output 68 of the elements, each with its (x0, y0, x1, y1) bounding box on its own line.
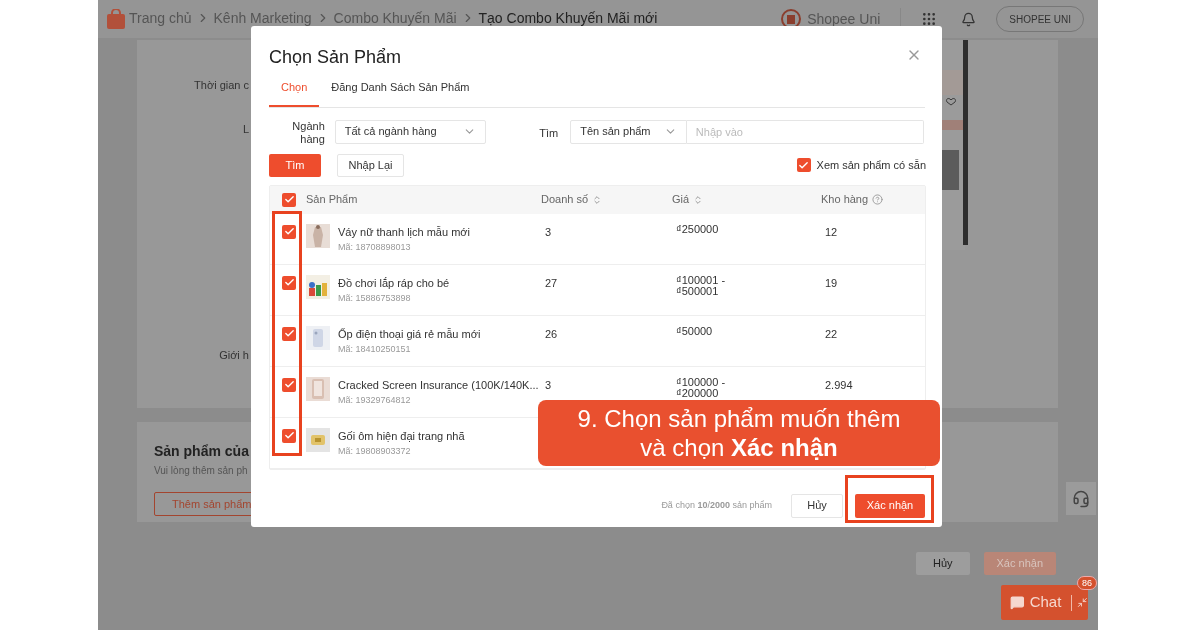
table-cell: 26 (545, 327, 558, 340)
search-type-dropdown[interactable]: Tên sản phẩm (570, 119, 687, 144)
search-field[interactable]: Nhập vào (686, 119, 924, 144)
section-title: Sản phẩm của (154, 442, 249, 461)
product-name: Đồ chơi lắp ráp cho bé (338, 275, 450, 291)
headset-icon (1072, 489, 1090, 508)
product-name: Ốp điện thoại giá rẻ mẫu mới (338, 326, 481, 342)
product-name: Cracked Screen Insurance (100K/140K... (338, 377, 539, 393)
unread-badge: 86 (1077, 576, 1097, 590)
field-label: Thời gian c (194, 78, 249, 93)
selection-count: Đã chọn 10/2000 sản phẩm (661, 498, 772, 512)
shopping-bag-logo-icon (107, 9, 125, 29)
table-cell: 19 (825, 276, 838, 289)
category-dropdown[interactable]: Tất cả ngành hàng (334, 119, 487, 144)
product-code: Mã: 19808903372 (338, 445, 412, 458)
bell-icon[interactable] (961, 11, 977, 27)
column-header: Sản Phẩm (306, 192, 358, 208)
chat-button[interactable]: Chat (1001, 585, 1088, 620)
search-button[interactable]: Tìm (269, 153, 321, 177)
table-cell-text: ₫100000 - ₫200000 (676, 376, 727, 399)
product-code: Mã: 18708898013 (338, 241, 412, 254)
checkbox[interactable] (796, 158, 811, 172)
table-cell: 22 (825, 327, 838, 340)
section-hint: Vui lòng thêm sản ph (154, 464, 248, 478)
product-name: Gối ôm hiện đại trang nhã (338, 428, 465, 444)
checkbox[interactable] (282, 377, 296, 392)
apps-grid-icon[interactable] (921, 11, 938, 27)
breadcrumb-link[interactable]: Kênh Marketing (213, 7, 312, 29)
support-button[interactable] (1066, 482, 1096, 515)
product-code: Mã: 15886753898 (338, 292, 412, 305)
checkbox-label: Xem sản phẩm có sẵn (816, 157, 926, 173)
table-cell: 2.994 (825, 378, 853, 391)
product-code: Mã: 19329764812 (338, 394, 412, 407)
product-code: Mã: 18410250151 (338, 343, 412, 356)
checkbox[interactable] (282, 275, 296, 290)
table-cell-text: ₫250000 (676, 223, 720, 235)
reset-button[interactable]: Nhập Lại (337, 153, 404, 177)
help-icon[interactable] (872, 194, 884, 205)
checkbox[interactable] (282, 428, 296, 443)
table-cell: 12 (825, 225, 838, 238)
table-cell-text: ₫100001 - ₫500001 (676, 274, 727, 297)
cancel-button[interactable]: Hủy (791, 493, 843, 518)
field-label: Tìm (539, 125, 559, 141)
minimize-icon (1077, 597, 1088, 608)
table-cell-text: ₫50000 (676, 325, 714, 337)
checkbox[interactable] (282, 192, 296, 207)
field-label: Ngành hàng (291, 119, 325, 146)
table-cell: 3 (545, 225, 552, 238)
breadcrumb-link[interactable]: Combo Khuyến Mãi (333, 7, 457, 29)
column-header: Kho hàng (821, 192, 869, 208)
column-header[interactable]: Giá (672, 191, 690, 208)
table-cell: 27 (545, 276, 558, 289)
field-label: L (242, 121, 249, 137)
tab[interactable]: Đăng Danh Sách Sản Phẩm (319, 79, 482, 107)
field-label: Giới h (219, 348, 249, 363)
checkbox[interactable] (282, 326, 296, 341)
checkbox[interactable] (282, 224, 296, 239)
brand-name: Shopee Uni (807, 9, 881, 29)
confirm-button[interactable]: Xác nhận (855, 493, 925, 518)
dialog-title: Chọn Sản Phẩm (269, 46, 402, 69)
cancel-button[interactable]: Hủy (915, 552, 970, 575)
table-cell: 3 (545, 378, 552, 391)
product-name: Váy nữ thanh lịch mẫu mới (338, 224, 470, 240)
chat-bubble-icon (1010, 595, 1025, 610)
breadcrumb-link[interactable]: Trang chủ (129, 7, 192, 29)
annotation-text: 9. Chọn sản phẩm muốn thêm và chọn Xác nhận (576, 404, 902, 462)
column-header[interactable]: Doanh số (541, 191, 589, 208)
tab[interactable]: Chọn (269, 79, 320, 107)
